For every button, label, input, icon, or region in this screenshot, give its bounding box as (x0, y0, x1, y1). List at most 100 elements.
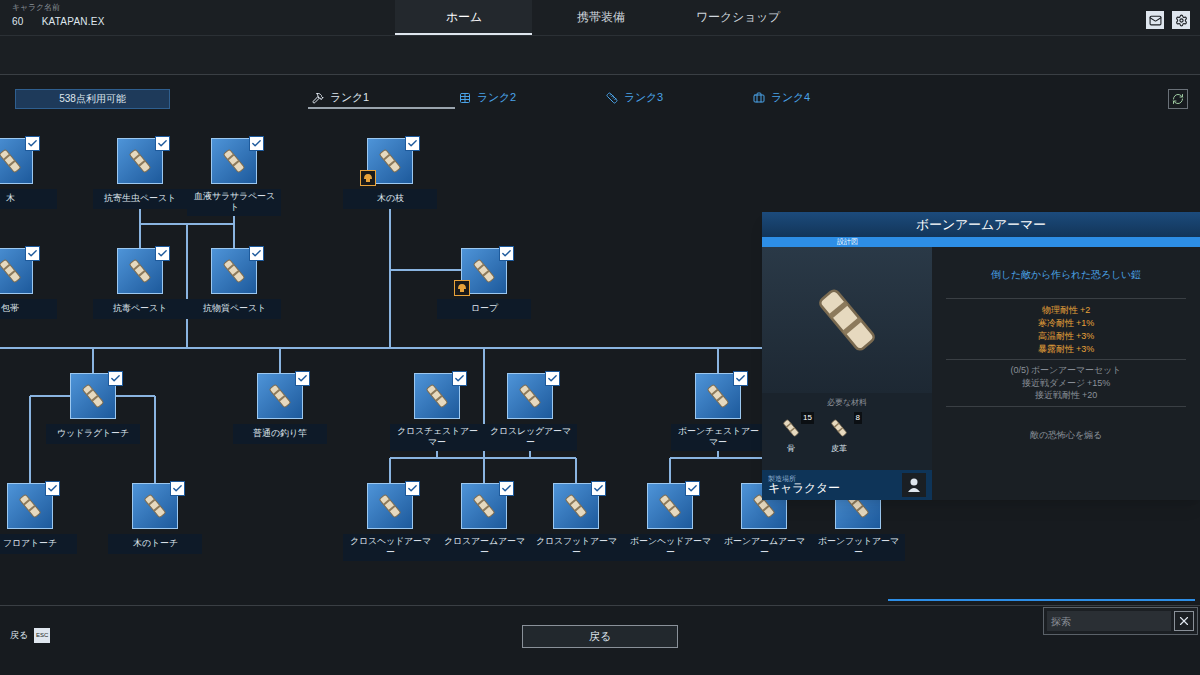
node-label: クロスフットアーマー (529, 534, 623, 561)
tree-node[interactable]: クロスレッグアーマー (480, 373, 580, 451)
node-icon-box[interactable] (7, 483, 53, 529)
check-icon (172, 483, 183, 494)
unlocked-badge (405, 136, 420, 151)
node-icon-box[interactable] (70, 373, 116, 419)
item-icon (219, 256, 249, 286)
node-icon-box[interactable] (414, 373, 460, 419)
node-icon-box[interactable] (647, 483, 693, 529)
tree-node[interactable]: 普通の釣り竿 (230, 373, 330, 444)
detail-panel: ボーンアームアーマー設計図必要な材料15骨8皮革製造場所キャラクター倒した敵から… (762, 212, 1200, 500)
node-icon-box[interactable] (507, 373, 553, 419)
node-icon-box[interactable] (367, 138, 413, 184)
tree-node[interactable]: クロスフットアーマー (526, 483, 626, 561)
node-icon-box[interactable] (211, 248, 257, 294)
character-icon (906, 477, 922, 493)
rank-tab[interactable]: ランク3 (602, 89, 749, 109)
rank-icon (312, 92, 324, 104)
tree-node[interactable]: ウッドラグトーチ (43, 373, 143, 444)
main-tab[interactable]: ワークショップ (669, 0, 806, 35)
tree-node[interactable]: クロスチェストアーマー (387, 373, 487, 451)
node-icon-box[interactable] (461, 483, 507, 529)
check-icon (501, 248, 512, 259)
tree-node[interactable]: 木の枝 (340, 138, 440, 209)
unlocked-badge (108, 371, 123, 386)
stat: 暴露耐性 +3% (1038, 343, 1095, 355)
back-button[interactable]: 戻る (522, 625, 678, 648)
item-icon (469, 256, 499, 286)
detail-type: 設計図 (762, 237, 932, 247)
character-name: KATAPAN.EX (42, 14, 105, 29)
tree-node[interactable]: 包帯 (0, 248, 60, 319)
mail-button[interactable] (1146, 11, 1164, 29)
material-count: 8 (854, 412, 862, 424)
tree-node[interactable]: 木 (0, 138, 60, 209)
stat-list: 物理耐性 +2寒冷耐性 +1%高温耐性 +3%暴露耐性 +3% (1038, 304, 1095, 355)
node-icon-box[interactable] (132, 483, 178, 529)
tree-node[interactable]: 木のトーチ (105, 483, 205, 554)
item-icon (375, 146, 405, 176)
tree-node[interactable]: ボーンチェストアーマー (668, 373, 768, 451)
unlocked-badge (405, 481, 420, 496)
tree-node[interactable]: クロスヘッドアーマー (340, 483, 440, 561)
top-bar: キャラク名前60KATAPAN.EXホーム携帯装備ワークショップ (0, 0, 1200, 75)
materials-label: 必要な材料 (827, 397, 867, 409)
set-line: (0/5) ボーンアーマーセット (1010, 364, 1121, 377)
tree-node[interactable]: 抗毒ペースト (90, 248, 190, 319)
clear-button[interactable] (1174, 611, 1194, 631)
tree-node[interactable]: クロスアームアーマー (434, 483, 534, 561)
tree-node[interactable]: ロープ (434, 248, 534, 319)
tree-node[interactable]: 抗物質ペースト (184, 248, 284, 319)
helmet-icon (363, 173, 373, 183)
node-label: 抗物質ペースト (187, 299, 281, 319)
unlocked-badge (591, 481, 606, 496)
node-label: フロアトーチ (0, 534, 77, 554)
item-icon (422, 381, 452, 411)
rank-tab[interactable]: ランク2 (455, 89, 602, 109)
rank-icon (606, 92, 618, 104)
tech-tree[interactable]: 木包帯抗寄生虫ペースト血液サラサラペースト木の枝抗毒ペースト抗物質ペースト ロープ… (0, 120, 1200, 605)
item-icon (807, 280, 887, 360)
back-hint[interactable]: 戻るESC (10, 628, 50, 643)
node-icon-box[interactable] (553, 483, 599, 529)
item-icon (0, 146, 25, 176)
rank-tab[interactable]: ランク1 (308, 89, 455, 109)
node-label: 普通の釣り竿 (233, 424, 327, 444)
node-icon-box[interactable] (257, 373, 303, 419)
settings-button[interactable] (1172, 11, 1190, 29)
refresh-button[interactable] (1168, 89, 1188, 109)
node-icon-box[interactable] (117, 138, 163, 184)
rank-tab[interactable]: ランク4 (749, 89, 896, 109)
node-label: 木の枝 (343, 189, 437, 209)
marker-badge (454, 280, 470, 296)
tree-node[interactable]: 抗寄生虫ペースト (90, 138, 190, 209)
node-icon-box[interactable] (367, 483, 413, 529)
node-icon-box[interactable] (461, 248, 507, 294)
detail-effect: 敵の恐怖心を煽る (1030, 429, 1102, 443)
tree-node[interactable]: 血液サラサラペースト (184, 138, 284, 216)
unlocked-badge (155, 246, 170, 261)
item-icon (125, 146, 155, 176)
detail-type-bar: 設計図 (762, 237, 1200, 247)
tree-node[interactable]: ボーンヘッドアーマー (620, 483, 720, 561)
tree-node[interactable]: フロアトーチ (0, 483, 80, 554)
helmet-icon (457, 283, 467, 293)
node-label: ボーンチェストアーマー (671, 424, 765, 451)
unlocked-badge (499, 246, 514, 261)
main-tab[interactable]: ホーム (395, 0, 532, 35)
node-icon-box[interactable] (117, 248, 163, 294)
main-tab[interactable]: 携帯装備 (532, 0, 669, 35)
node-icon-box[interactable] (0, 248, 33, 294)
node-icon-box[interactable] (695, 373, 741, 419)
unlocked-badge (249, 136, 264, 151)
node-icon-box[interactable] (211, 138, 257, 184)
item-icon (140, 491, 170, 521)
set-line: 接近戦耐性 +20 (1035, 389, 1098, 402)
search-input[interactable]: 探索 (1047, 611, 1171, 631)
node-label: ウッドラグトーチ (46, 424, 140, 444)
rank-bar: 538点利用可能ランク1ランク2ランク3ランク4 (0, 75, 1200, 120)
check-icon (47, 483, 58, 494)
detail-info: 倒した敵から作られた恐ろしい鎧物理耐性 +2寒冷耐性 +1%高温耐性 +3%暴露… (932, 247, 1200, 500)
node-icon-box[interactable] (0, 138, 33, 184)
check-icon (687, 483, 698, 494)
node-label: クロスアームアーマー (437, 534, 531, 561)
